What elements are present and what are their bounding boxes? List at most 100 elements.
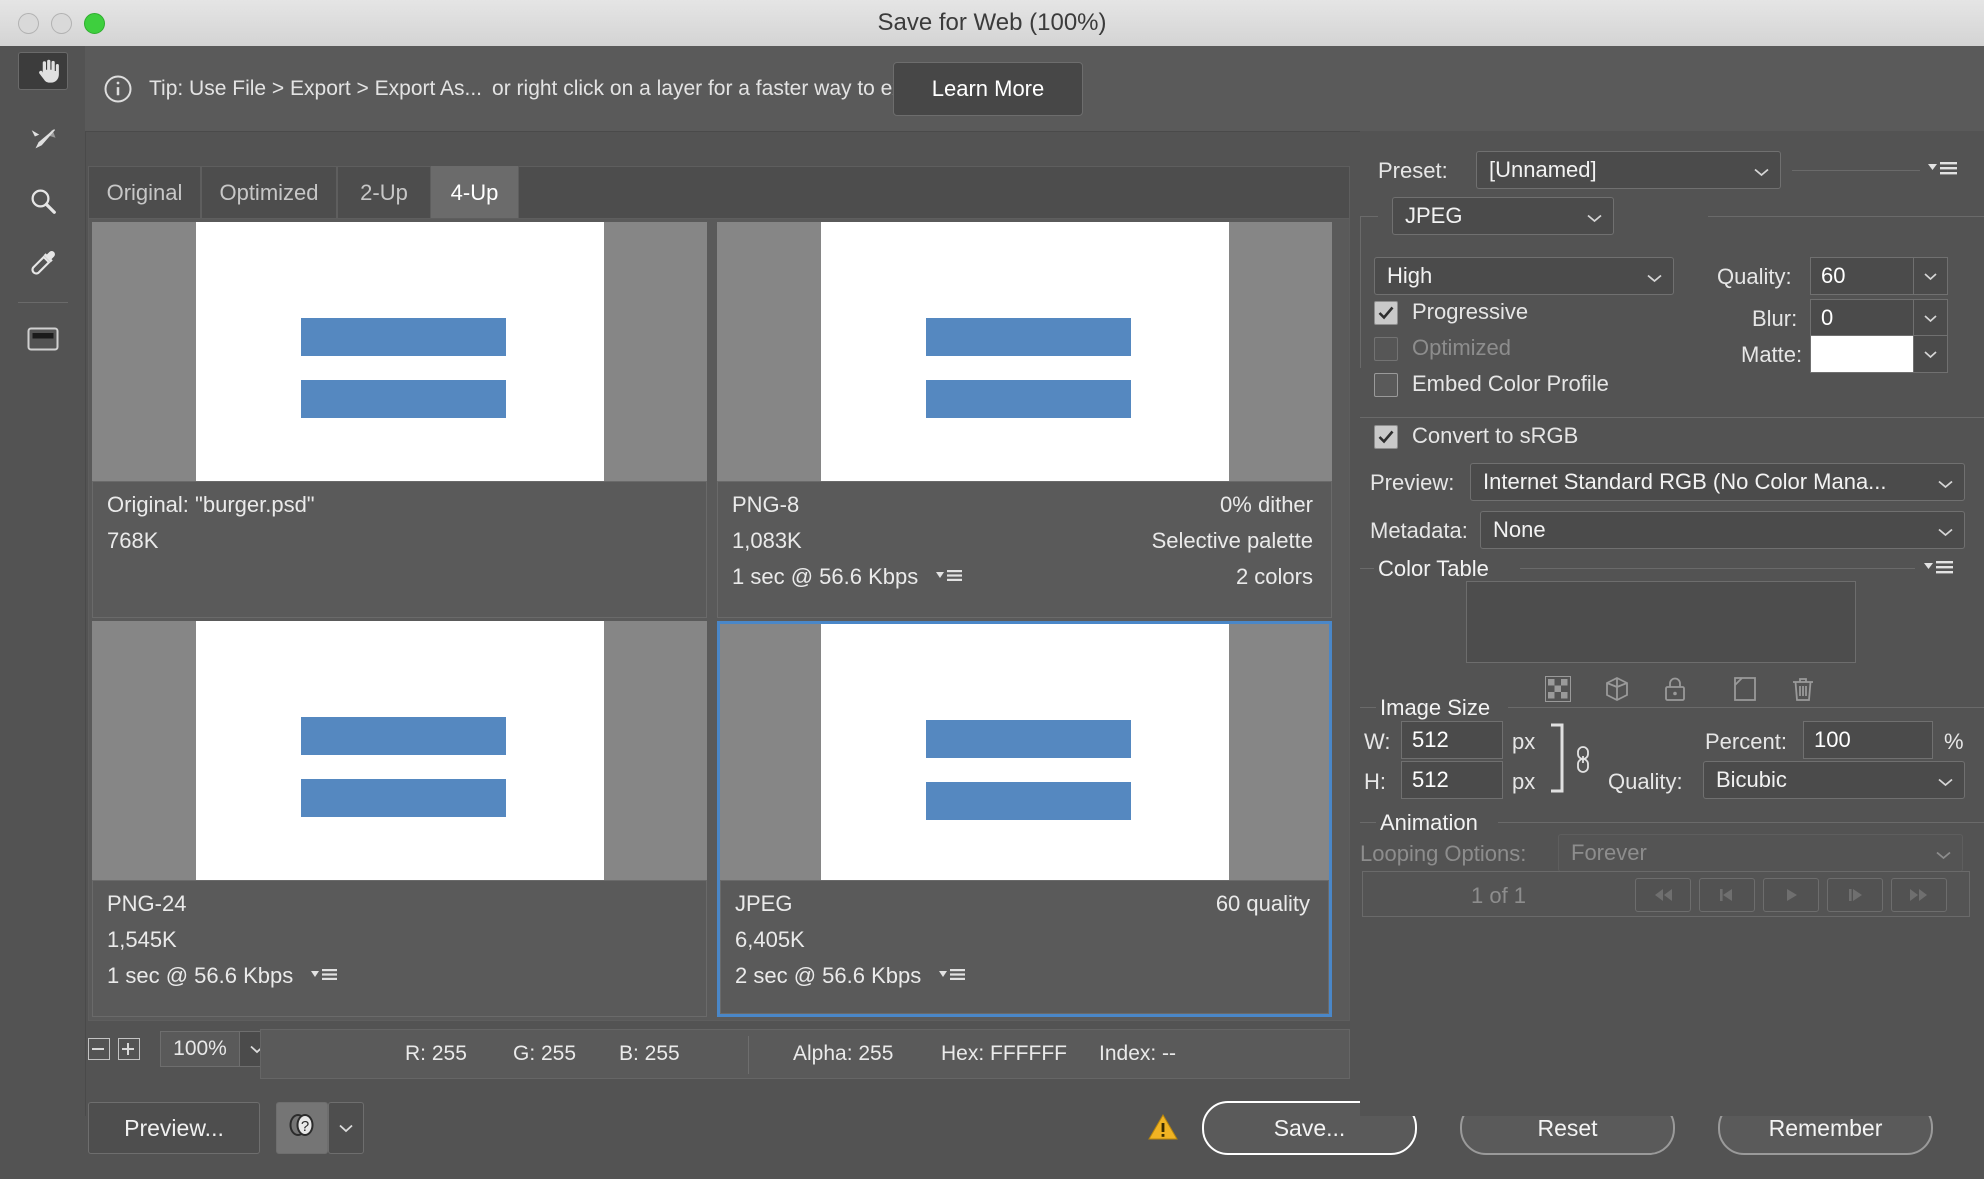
new-color-icon[interactable] xyxy=(1732,676,1758,707)
convert-to-srgb-checkbox[interactable] xyxy=(1374,425,1398,449)
quality-stepper[interactable] xyxy=(1914,257,1948,295)
preview-button[interactable]: Preview... xyxy=(88,1102,260,1154)
artwork-bar xyxy=(925,318,1131,356)
preview-cell-png24[interactable]: PNG-24 1,545K 1 sec @ 56.6 Kbps xyxy=(92,621,707,1017)
save-for-web-dialog: Save for Web (100%) Tip: Use File > Expo… xyxy=(0,0,1984,1155)
preview-popup-menu-icon[interactable] xyxy=(934,566,964,592)
magnifier-icon xyxy=(28,186,58,216)
resample-quality-value: Bicubic xyxy=(1716,767,1787,792)
preview-grid: Original: "burger.psd" 768K PNG-8 0% dit… xyxy=(88,218,1350,1021)
last-frame-button[interactable] xyxy=(1891,878,1947,912)
play-button[interactable] xyxy=(1763,878,1819,912)
readout-green: G: 255 xyxy=(513,1042,577,1065)
percent-label: Percent: xyxy=(1705,729,1787,754)
matte-dropdown[interactable] xyxy=(1914,335,1948,373)
preset-select[interactable]: [Unnamed] xyxy=(1476,151,1781,189)
animation-title: Animation xyxy=(1380,810,1478,835)
preview-meta-png8: PNG-8 0% dither 1,083K Selective palette 1… xyxy=(717,481,1332,618)
tip-text-a: Tip: Use File > Export > Export As... xyxy=(149,76,483,100)
next-frame-button[interactable] xyxy=(1827,878,1883,912)
meta-right-1: 0% dither xyxy=(1220,492,1313,517)
info-icon xyxy=(103,74,133,104)
chevron-down-icon xyxy=(1586,203,1603,229)
warning-icon[interactable] xyxy=(1148,1113,1178,1146)
trash-icon[interactable] xyxy=(1790,676,1816,707)
width-unit: px xyxy=(1512,729,1536,754)
preview-meta-original: Original: "burger.psd" 768K xyxy=(92,481,707,618)
optimized-label: Optimized xyxy=(1412,335,1512,360)
tool-strip xyxy=(0,46,86,1116)
transparency-icon[interactable] xyxy=(1544,675,1572,707)
artwork-jpeg xyxy=(820,624,1229,880)
percent-input[interactable]: 100 xyxy=(1803,721,1933,759)
embed-color-profile-checkbox[interactable] xyxy=(1374,373,1398,397)
panel-menu-icon[interactable] xyxy=(1926,159,1958,184)
artwork-original xyxy=(195,222,604,481)
preview-cell-jpeg[interactable]: JPEG 60 quality 6,405K 2 sec @ 56.6 Kbps xyxy=(717,621,1332,1017)
learn-more-button[interactable]: Learn More xyxy=(893,62,1083,116)
meta-right-2: Selective palette xyxy=(1151,528,1313,553)
browser-select-button[interactable]: ? xyxy=(276,1102,328,1154)
chevron-down-icon xyxy=(1935,840,1952,866)
resample-quality-select[interactable]: Bicubic xyxy=(1703,761,1965,799)
looping-options-select[interactable]: Forever xyxy=(1558,834,1963,872)
chain-link-icon[interactable] xyxy=(1572,745,1594,780)
chevron-down-icon xyxy=(1646,263,1663,289)
progressive-checkbox[interactable] xyxy=(1374,301,1398,325)
zoom-out-button[interactable] xyxy=(88,1038,110,1060)
browser-icon: ? xyxy=(286,1110,318,1146)
progressive-label: Progressive xyxy=(1412,299,1529,324)
hand-tool[interactable] xyxy=(18,52,68,90)
tab-optimized[interactable]: Optimized xyxy=(201,166,337,218)
preview-cell-original[interactable]: Original: "burger.psd" 768K xyxy=(92,222,707,618)
meta-right-1: 60 quality xyxy=(1215,891,1310,916)
preview-cell-png8[interactable]: PNG-8 0% dither 1,083K Selective palette 1… xyxy=(717,222,1332,618)
blur-input[interactable]: 0 xyxy=(1810,299,1914,337)
height-input[interactable]: 512 xyxy=(1401,761,1503,799)
tab-4-up[interactable]: 4-Up xyxy=(431,166,518,218)
web-shift-icon[interactable] xyxy=(1604,676,1630,707)
tab-2-up[interactable]: 2-Up xyxy=(337,166,431,218)
readout-blue: B: 255 xyxy=(619,1042,680,1065)
tab-original[interactable]: Original xyxy=(88,166,201,218)
slice-select-tool[interactable] xyxy=(18,114,68,164)
eyedropper-tool[interactable] xyxy=(18,238,68,288)
preset-label: Preset: xyxy=(1378,158,1448,183)
quality-input[interactable]: 60 xyxy=(1810,257,1914,295)
blur-stepper[interactable] xyxy=(1914,299,1948,337)
status-bar: 100% R: 255 G: 255 B: 255 Alpha: 255 Hex… xyxy=(88,1029,1350,1079)
toggle-slices-tool[interactable] xyxy=(18,314,68,364)
meta-line-2: 6,405K xyxy=(735,927,805,952)
metadata-select[interactable]: None xyxy=(1480,511,1965,549)
browser-select-dropdown[interactable] xyxy=(328,1102,364,1154)
meta-line-1: Original: "burger.psd" xyxy=(107,492,315,517)
readout-red: R: 255 xyxy=(405,1042,467,1065)
optimized-checkbox[interactable] xyxy=(1374,337,1398,361)
compression-quality-select[interactable]: High xyxy=(1374,257,1674,295)
preview-popup-menu-icon[interactable] xyxy=(309,965,339,991)
artwork-bar xyxy=(300,717,506,755)
metadata-value: None xyxy=(1493,517,1546,542)
meta-line-1: JPEG xyxy=(735,891,793,916)
artwork-png8 xyxy=(820,222,1229,481)
meta-line-3: 1 sec @ 56.6 Kbps xyxy=(107,963,294,988)
matte-color-swatch[interactable] xyxy=(1810,335,1914,373)
width-input[interactable]: 512 xyxy=(1401,721,1503,759)
settings-panel: Preset: [Unnamed] JPEG High Quality: 60 … xyxy=(1360,131,1984,1116)
color-table-swatches[interactable] xyxy=(1466,581,1856,663)
lock-icon[interactable] xyxy=(1662,676,1688,707)
preview-mode-label: Preview: xyxy=(1370,470,1455,495)
view-tabs: Original Optimized 2-Up 4-Up xyxy=(88,166,1350,218)
preview-popup-menu-icon[interactable] xyxy=(937,965,967,991)
zoom-tool[interactable] xyxy=(18,176,68,226)
previous-frame-button[interactable] xyxy=(1699,878,1755,912)
window-title: Save for Web (100%) xyxy=(877,9,1107,36)
width-label: W: xyxy=(1364,729,1391,754)
zoom-in-button[interactable] xyxy=(118,1038,140,1060)
first-frame-button[interactable] xyxy=(1635,878,1691,912)
file-format-select[interactable]: JPEG xyxy=(1392,197,1614,235)
preview-mode-select[interactable]: Internet Standard RGB (No Color Mana... xyxy=(1470,463,1965,501)
tab-bar-filler xyxy=(518,166,1350,218)
color-table-menu-icon[interactable] xyxy=(1922,558,1954,583)
zoom-level-field[interactable]: 100% xyxy=(160,1031,240,1067)
